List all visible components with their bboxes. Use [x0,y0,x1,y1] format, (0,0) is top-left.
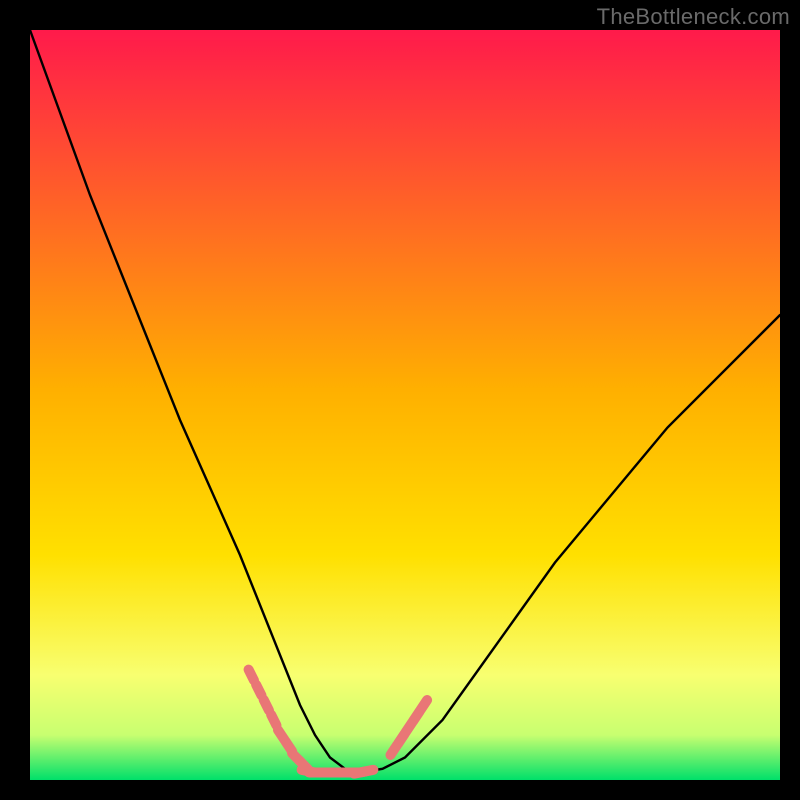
plot-background [30,30,780,780]
watermark-text: TheBottleneck.com [597,4,790,30]
chart-stage: TheBottleneck.com [0,0,800,800]
bottleneck-chart [0,0,800,800]
